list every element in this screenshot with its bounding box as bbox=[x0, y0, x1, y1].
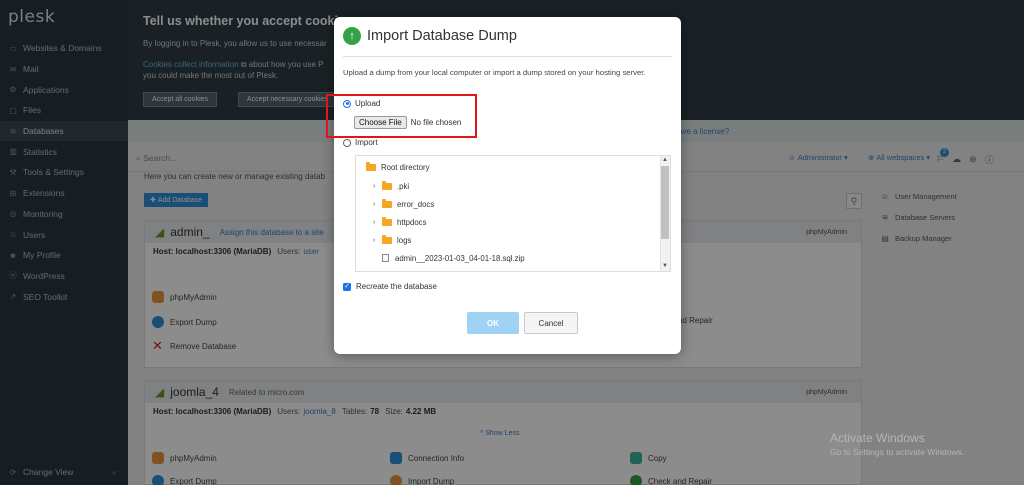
recreate-label: Recreate the database bbox=[356, 282, 437, 291]
watermark-subtitle: Go to Settings to activate Windows. bbox=[830, 447, 965, 457]
folder-icon bbox=[382, 198, 392, 208]
recreate-database-checkbox[interactable]: ✓ Recreate the database bbox=[343, 282, 437, 291]
tree-root-label: Root directory bbox=[381, 162, 430, 172]
import-dump-dialog: ↑ Import Database Dump Upload a dump fro… bbox=[334, 17, 681, 354]
ok-button[interactable]: OK bbox=[467, 312, 519, 334]
tree-folder[interactable]: › httpdocs bbox=[373, 214, 426, 230]
title-divider bbox=[343, 56, 672, 57]
folder-icon bbox=[382, 234, 392, 244]
scroll-up-icon[interactable]: ▲ bbox=[661, 156, 669, 165]
folder-label: logs bbox=[397, 235, 412, 245]
folder-label: .pki bbox=[397, 181, 410, 191]
file-tree: Root directory › .pki › error_docs › httpdo… bbox=[355, 155, 671, 272]
chevron-right-icon[interactable]: › bbox=[373, 237, 378, 244]
dialog-title-text: Import Database Dump bbox=[367, 28, 517, 44]
tree-folder[interactable]: › error_docs bbox=[373, 196, 434, 212]
chevron-right-icon[interactable]: › bbox=[373, 183, 378, 190]
chevron-right-icon[interactable]: › bbox=[373, 201, 378, 208]
dialog-title: ↑ Import Database Dump bbox=[343, 27, 517, 45]
tree-folder[interactable]: › logs bbox=[373, 232, 411, 248]
radio-unselected-icon bbox=[343, 138, 351, 147]
folder-open-icon bbox=[366, 161, 376, 171]
file-icon bbox=[382, 254, 389, 262]
tree-root[interactable]: Root directory bbox=[366, 159, 430, 175]
import-label: Import bbox=[355, 138, 378, 147]
folder-icon bbox=[382, 180, 392, 190]
file-label: admin__2023-01-03_04-01-18.sql.zip bbox=[395, 253, 525, 263]
upload-arrow-icon: ↑ bbox=[343, 27, 361, 45]
tree-scrollbar[interactable]: ▲ ▼ bbox=[660, 156, 670, 271]
scroll-down-icon[interactable]: ▼ bbox=[661, 262, 669, 271]
folder-icon bbox=[382, 216, 392, 226]
chevron-right-icon[interactable]: › bbox=[373, 219, 378, 226]
folder-label: error_docs bbox=[397, 199, 435, 209]
checkbox-checked-icon: ✓ bbox=[343, 282, 351, 291]
import-radio[interactable]: Import bbox=[343, 138, 378, 147]
activate-windows-watermark: Activate Windows Go to Settings to activ… bbox=[830, 431, 964, 457]
folder-label: httpdocs bbox=[397, 217, 427, 227]
dialog-description: Upload a dump from your local computer o… bbox=[343, 68, 646, 77]
cancel-button[interactable]: Cancel bbox=[524, 312, 578, 334]
scroll-thumb[interactable] bbox=[661, 166, 669, 239]
tree-file[interactable]: admin__2023-01-03_04-01-18.sql.zip bbox=[382, 250, 525, 266]
tree-folder[interactable]: › .pki bbox=[373, 178, 409, 194]
watermark-title: Activate Windows bbox=[830, 431, 925, 445]
upload-highlight-box bbox=[326, 94, 477, 138]
